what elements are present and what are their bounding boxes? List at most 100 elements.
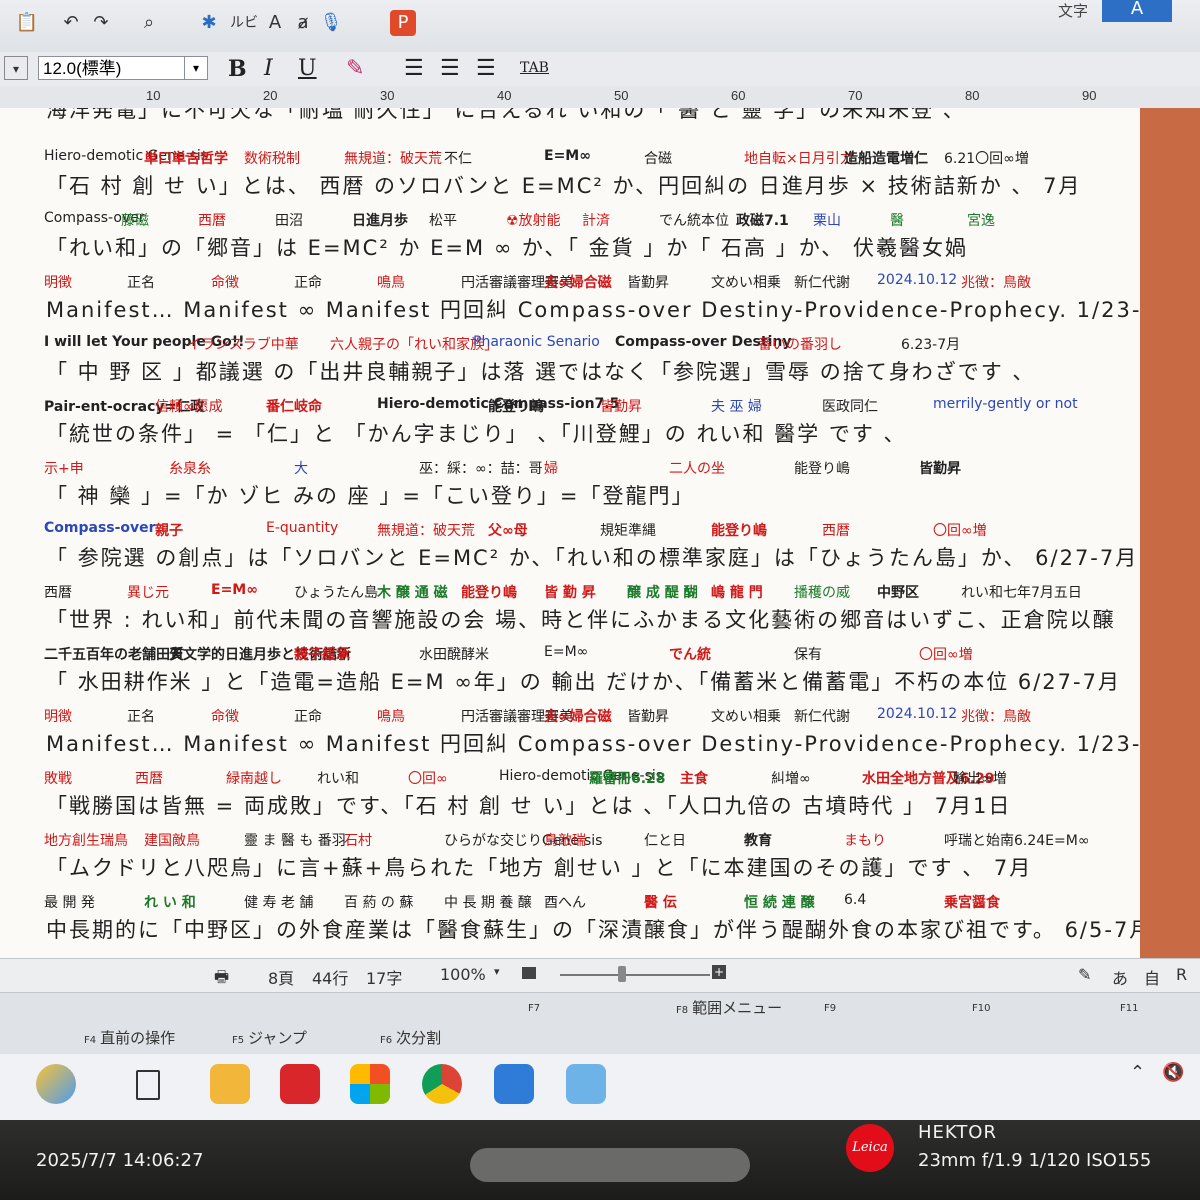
- search-icon[interactable]: ⌕: [136, 10, 162, 36]
- font-size-select[interactable]: 12.0(標準) ▾: [38, 56, 208, 80]
- microphone-icon[interactable]: 🎙: [318, 10, 344, 36]
- ruler-number: 40: [497, 88, 512, 103]
- chevron-down-icon[interactable]: ▾: [4, 56, 28, 80]
- function-key-code: F6: [380, 1035, 393, 1046]
- ruby-annotation: Compass-over: [44, 520, 156, 536]
- ruby-annotation: 地自転×日月引力: [744, 151, 854, 167]
- function-key-f8[interactable]: F8 範囲メニュー: [676, 997, 782, 1018]
- ime-r-indicator[interactable]: R: [1176, 965, 1187, 984]
- ruby-annotation: 夫 巫 婦: [711, 399, 762, 415]
- ruby-annotation: 番仁岐命: [266, 399, 322, 415]
- chevron-down-icon[interactable]: ▾: [184, 57, 207, 79]
- ime-kana-indicator[interactable]: あ: [1112, 965, 1128, 989]
- ruby-annotation: 松平: [429, 213, 457, 229]
- settings-icon[interactable]: ✱: [196, 10, 222, 36]
- font-size-value: 12.0(標準): [43, 59, 122, 78]
- store-icon[interactable]: [350, 1064, 390, 1104]
- zoom-out-button[interactable]: [522, 967, 536, 979]
- copilot-icon[interactable]: [36, 1064, 76, 1104]
- function-key-f9[interactable]: F9: [824, 997, 840, 1015]
- chrome-icon[interactable]: [422, 1064, 462, 1104]
- body-text[interactable]: Manifest… Manifest ∞ Manifest 円回糾 Compas…: [46, 294, 1140, 324]
- body-text[interactable]: 「世界 : れい和」前代未聞の音響施設の会 場、時と伴にふかまる文化藝術の郷音は…: [46, 604, 1116, 634]
- function-key-code: F9: [824, 1003, 837, 1014]
- tab-button[interactable]: TAB: [520, 60, 549, 76]
- body-text[interactable]: Manifest… Manifest ∞ Manifest 円回糾 Compas…: [46, 728, 1140, 758]
- body-text[interactable]: 「石 村 創 せ い」とは、 西暦 のソロバンと E=MC² か、円回糾の 日進…: [46, 170, 1081, 200]
- ruby-annotation: 能登り嶋: [488, 399, 544, 415]
- body-text[interactable]: 海洋発電」に不可欠な「耐塩 耐久性」 に合えるれ い和の「 醫 と 靈 学」の未…: [46, 108, 966, 124]
- ruby-annotation: 醫 伝: [644, 895, 677, 911]
- ruby-button[interactable]: ルビ: [226, 10, 262, 36]
- char-size-icon[interactable]: A: [262, 10, 288, 36]
- function-key-f4[interactable]: F4 直前の操作: [84, 1027, 175, 1048]
- pen-icon[interactable]: ✎: [1078, 965, 1091, 984]
- camera-specs: 23mm f/1.9 1/120 ISO155: [918, 1150, 1152, 1171]
- function-key-f11[interactable]: F11: [1120, 997, 1142, 1015]
- function-key-f5[interactable]: F5 ジャンプ: [232, 1027, 307, 1048]
- ruler-number: 70: [848, 88, 863, 103]
- align-right-icon[interactable]: ☰: [476, 56, 496, 81]
- bold-button[interactable]: B: [228, 56, 247, 82]
- app-icon[interactable]: [494, 1064, 534, 1104]
- task-view-icon[interactable]: [136, 1070, 160, 1100]
- function-key-code: F7: [528, 1003, 541, 1014]
- ime-auto-indicator[interactable]: 自: [1144, 965, 1160, 989]
- volume-mute-icon[interactable]: 🔇: [1162, 1062, 1184, 1083]
- ruby-annotation: 正名: [127, 709, 155, 725]
- function-key-f10[interactable]: F10: [972, 997, 994, 1015]
- paste-icon[interactable]: 📋: [14, 10, 40, 36]
- ruby-annotation: 教育: [744, 833, 772, 849]
- input-mode-button[interactable]: A: [1102, 0, 1172, 22]
- ruler-number: 30: [380, 88, 395, 103]
- chevron-up-icon[interactable]: ⌃: [1130, 1062, 1145, 1083]
- zoom-select[interactable]: 100%: [440, 965, 486, 984]
- redo-icon[interactable]: ↷: [88, 10, 114, 36]
- zoom-slider-thumb[interactable]: [618, 966, 626, 982]
- function-key-f6[interactable]: F6 次分割: [380, 1027, 441, 1048]
- ruby-annotation: 示+申: [44, 461, 84, 477]
- zoom-slider[interactable]: [560, 974, 710, 976]
- page-indicator: 8頁: [268, 969, 295, 988]
- ruby-annotation: 百 葯 の 蘇: [344, 895, 414, 911]
- ruler[interactable]: 10 20 30 40 50 60 70 80 90: [0, 86, 1200, 109]
- file-explorer-icon[interactable]: [210, 1064, 250, 1104]
- ruby-annotation: 2024.10.12: [877, 706, 958, 722]
- body-text[interactable]: 「統世の条件」 = 「仁」と 「かん字まじり」 、「川登鯉」の れい和 醫学 で…: [46, 418, 907, 448]
- align-center-icon[interactable]: ☰: [440, 56, 460, 81]
- document-line: 示+申 糸泉糸 大 巫：綵：∞：喆：哥婦 二人の坐 能登り嶋 皆勤昇「 神 欒 」=「か ゾ…: [0, 458, 1140, 528]
- italic-button[interactable]: I: [264, 56, 273, 81]
- ruby-annotation: 文めい相乗: [711, 709, 781, 725]
- underline-button[interactable]: U: [298, 56, 317, 81]
- document-line: Compass-over 親子 E-quantity 無規道：破天荒 父∞母 規矩準縄 能登…: [0, 520, 1140, 590]
- body-text[interactable]: 「 参院選 の創点」は「ソロバンと E=MC² か、「れい和の標準家庭」は「ひょ…: [46, 542, 1138, 572]
- pdf-icon[interactable]: P: [390, 10, 416, 36]
- ichitaro-icon[interactable]: [280, 1064, 320, 1104]
- function-key-label: ジャンプ: [248, 1029, 307, 1047]
- body-text[interactable]: 「 水田耕作米 」と「造電=造船 E=M ∞年」の 輸出 だけか、「備蓄米と備蓄…: [46, 666, 1121, 696]
- highlight-color-icon[interactable]: ✎: [346, 56, 364, 81]
- body-text[interactable]: 「 神 欒 」=「か ゾヒ みの 座 」=「こい登り」=「登龍門」: [46, 480, 695, 510]
- function-key-f7[interactable]: F7: [528, 997, 544, 1015]
- print-icon[interactable]: 🖶: [214, 966, 229, 993]
- ruby-annotation: 巫：綵：∞：喆：哥: [419, 461, 543, 477]
- body-text[interactable]: 「ムクドリと八咫烏」に言+蘇+鳥られた「地方 創せい 」と「に本建国のその護」で…: [46, 852, 1032, 882]
- taskbar: ⌃ 🔇: [0, 1054, 1200, 1120]
- body-text[interactable]: 「 中 野 区 」都議選 の「出井良輔親子」は落 選ではなく「参院選」雪辱 の捨…: [46, 356, 1035, 386]
- char-style-icon[interactable]: ⱥ: [290, 10, 316, 36]
- body-text[interactable]: 「れい和」の「郷音」は E=MC² か E=M ∞ か、「 金貨 」か「 石高 …: [46, 232, 968, 262]
- align-left-icon[interactable]: ☰: [404, 56, 424, 81]
- zoom-in-button[interactable]: +: [712, 965, 726, 979]
- ruby-annotation: 〇回∞増: [919, 647, 973, 663]
- body-text[interactable]: 中長期的に「中野区」の外食産業は「醫食蘇生」の「深漬醸食」が伴う醍醐外食の本家び…: [46, 914, 1140, 944]
- body-text[interactable]: 「戦勝国は皆無 = 両成敗」です、「石 村 創 せ い」とは 、「人口九倍の 古…: [46, 790, 1011, 820]
- ruby-annotation: れ い 和: [144, 895, 196, 911]
- ruby-annotation: まもり: [844, 833, 886, 849]
- ruby-annotation: 醫: [890, 213, 904, 229]
- document-page[interactable]: 海洋発電」に不可欠な「耐塩 耐久性」 に合えるれ い和の「 醫 と 靈 学」の未…: [0, 108, 1140, 958]
- photos-icon[interactable]: [566, 1064, 606, 1104]
- function-key-code: F5: [232, 1035, 245, 1046]
- ruby-annotation: 婦: [544, 461, 558, 477]
- undo-icon[interactable]: ↶: [58, 10, 84, 36]
- chevron-down-icon[interactable]: ▾: [494, 965, 500, 978]
